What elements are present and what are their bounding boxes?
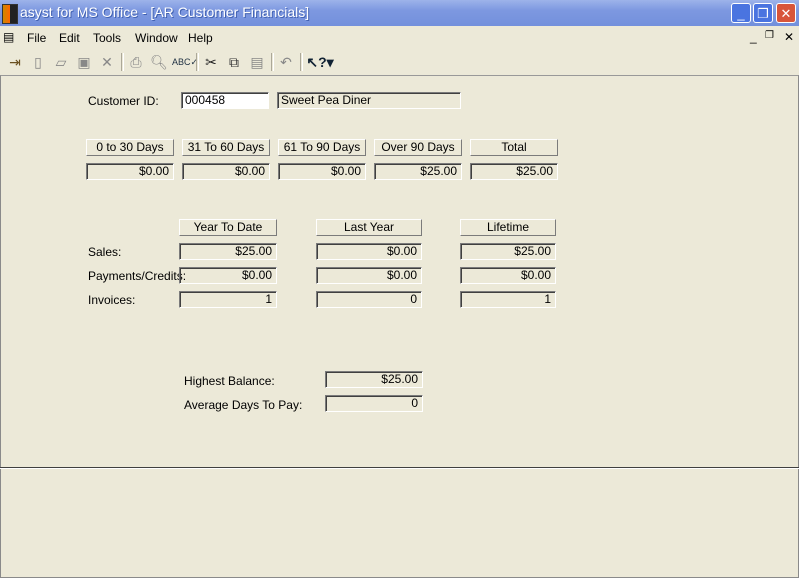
separator: [271, 53, 274, 71]
highest-balance-label: Highest Balance:: [184, 374, 275, 388]
undo-icon[interactable]: ↶: [276, 52, 296, 72]
separator: [196, 53, 199, 71]
highest-balance-field: $25.00: [325, 371, 423, 388]
summary-value: $0.00: [316, 243, 422, 260]
new-icon[interactable]: ▯: [28, 52, 48, 72]
summary-row-label: Sales:: [88, 245, 122, 259]
aging-value: $25.00: [374, 163, 462, 180]
aging-value: $0.00: [86, 163, 174, 180]
aging-header: Total: [470, 139, 558, 156]
delete-icon[interactable]: ✕: [97, 52, 117, 72]
summary-column-header: Lifetime: [460, 219, 556, 236]
exit-icon[interactable]: ⇥: [5, 52, 25, 72]
summary-value: 1: [460, 291, 556, 308]
minimize-button[interactable]: _: [731, 3, 751, 23]
summary-row-label: Invoices:: [88, 293, 136, 307]
separator: [121, 53, 124, 71]
title-bar: asyst for MS Office - [AR Customer Finan…: [0, 0, 799, 26]
copy-icon[interactable]: ⧉: [224, 52, 244, 72]
aging-header: 0 to 30 Days: [86, 139, 174, 156]
doc-close-icon[interactable]: ✕: [784, 30, 794, 44]
doc-restore-icon[interactable]: ❐: [765, 30, 774, 41]
customer-name-field: Sweet Pea Diner: [277, 92, 461, 109]
divider: [0, 467, 799, 469]
print-icon[interactable]: ⎙: [126, 52, 146, 72]
close-button[interactable]: ✕: [776, 3, 796, 23]
average-days-label: Average Days To Pay:: [184, 398, 303, 412]
separator: [300, 53, 303, 71]
save-icon[interactable]: ▣: [74, 52, 94, 72]
aging-value: $25.00: [470, 163, 558, 180]
menu-bar: ▤ File Edit Tools Window Help _ ❐ ✕: [0, 28, 799, 48]
open-icon[interactable]: ▱: [51, 52, 71, 72]
customer-id-input[interactable]: 000458: [181, 92, 269, 109]
aging-header: 61 To 90 Days: [278, 139, 366, 156]
customer-id-label: Customer ID:: [88, 94, 159, 108]
menu-file[interactable]: File: [27, 31, 46, 45]
summary-column-header: Year To Date: [179, 219, 277, 236]
whats-this-help-icon[interactable]: ↖?▾: [304, 52, 336, 72]
summary-value: $25.00: [460, 243, 556, 260]
summary-value: $25.00: [179, 243, 277, 260]
toolbar: ⇥ ▯ ▱ ▣ ✕ ⎙ 🔍︎ ABC✓ ✂ ⧉ ▤ ↶ ↖?▾: [0, 48, 799, 76]
summary-column-header: Last Year: [316, 219, 422, 236]
aging-header: 31 To 60 Days: [182, 139, 270, 156]
spell-check-icon[interactable]: ABC✓: [172, 52, 198, 72]
app-icon[interactable]: [2, 4, 18, 24]
summary-value: $0.00: [179, 267, 277, 284]
paste-icon[interactable]: ▤: [247, 52, 267, 72]
document-icon[interactable]: ▤: [3, 30, 14, 44]
cut-icon[interactable]: ✂: [201, 52, 221, 72]
menu-tools[interactable]: Tools: [93, 31, 121, 45]
restore-button[interactable]: ❐: [753, 3, 773, 23]
menu-window[interactable]: Window: [135, 31, 178, 45]
window-title: asyst for MS Office - [AR Customer Finan…: [20, 4, 310, 20]
summary-value: 1: [179, 291, 277, 308]
doc-minimize-icon[interactable]: _: [750, 30, 757, 44]
aging-value: $0.00: [278, 163, 366, 180]
summary-value: $0.00: [460, 267, 556, 284]
aging-header: Over 90 Days: [374, 139, 462, 156]
print-preview-icon[interactable]: 🔍︎: [149, 52, 169, 72]
summary-value: $0.00: [316, 267, 422, 284]
aging-value: $0.00: [182, 163, 270, 180]
average-days-field: 0: [325, 395, 423, 412]
menu-edit[interactable]: Edit: [59, 31, 80, 45]
summary-row-label: Payments/Credits:: [88, 269, 187, 283]
menu-help[interactable]: Help: [188, 31, 213, 45]
summary-value: 0: [316, 291, 422, 308]
